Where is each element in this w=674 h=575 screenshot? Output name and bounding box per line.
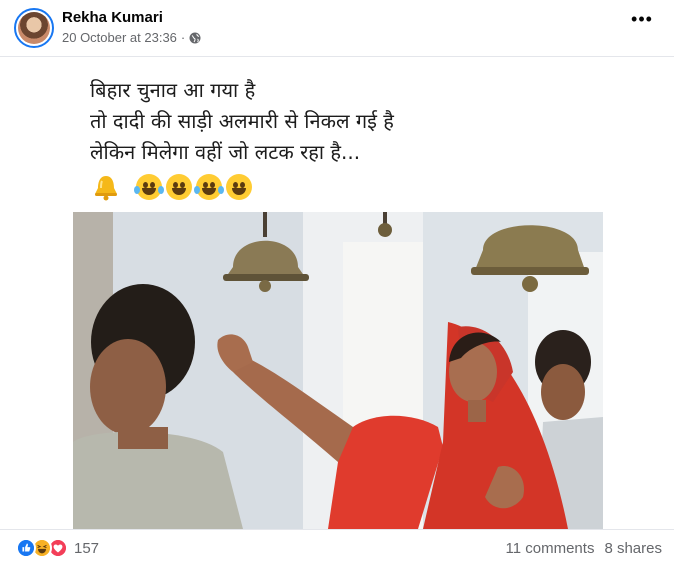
temple-bell-photo <box>73 212 603 529</box>
post-image[interactable]: बिहार चुनाव आ गया है तो दादी की साड़ी अल… <box>0 57 674 529</box>
post-meta: 20 October at 23:36 · <box>62 30 201 45</box>
comments-count[interactable]: 11 comments <box>506 540 595 557</box>
post-header: Rekha Kumari 20 October at 23:36 · ••• <box>14 8 660 50</box>
post-footer: 157 11 comments 8 shares <box>16 538 662 562</box>
photo-illustration <box>73 212 603 529</box>
tears-of-joy-emoji <box>134 174 164 200</box>
divider <box>0 529 674 530</box>
caption-line: तो दादी की साड़ी अलमारी से निकल गई है <box>90 109 394 133</box>
author-avatar[interactable] <box>14 8 54 48</box>
tears-of-joy-emoji <box>194 174 224 200</box>
caption-line: बिहार चुनाव आ गया है <box>90 78 256 102</box>
post-timestamp[interactable]: 20 October at 23:36 <box>62 30 177 45</box>
author-name[interactable]: Rekha Kumari <box>62 9 163 26</box>
reaction-count: 157 <box>74 539 100 557</box>
engagement-stats: 11 comments 8 shares <box>506 540 662 557</box>
meme-caption: बिहार चुनाव आ गया है तो दादी की साड़ी अल… <box>90 75 510 168</box>
avatar-photo <box>18 12 50 44</box>
caption-line: लेकिन मिलेगा वहीं जो लटक रहा है... <box>90 140 361 164</box>
emoji-row <box>92 173 252 201</box>
facebook-post: Rekha Kumari 20 October at 23:36 · ••• ब… <box>0 0 674 575</box>
more-options-button[interactable]: ••• <box>630 10 654 36</box>
grinning-emoji <box>166 174 192 200</box>
grinning-emoji <box>226 174 252 200</box>
bell-emoji <box>95 176 117 201</box>
shares-count[interactable]: 8 shares <box>604 540 662 557</box>
like-icon <box>16 538 36 558</box>
globe-icon[interactable] <box>189 32 201 44</box>
reactions-summary[interactable]: 157 <box>16 538 99 558</box>
meta-separator: · <box>180 30 186 45</box>
